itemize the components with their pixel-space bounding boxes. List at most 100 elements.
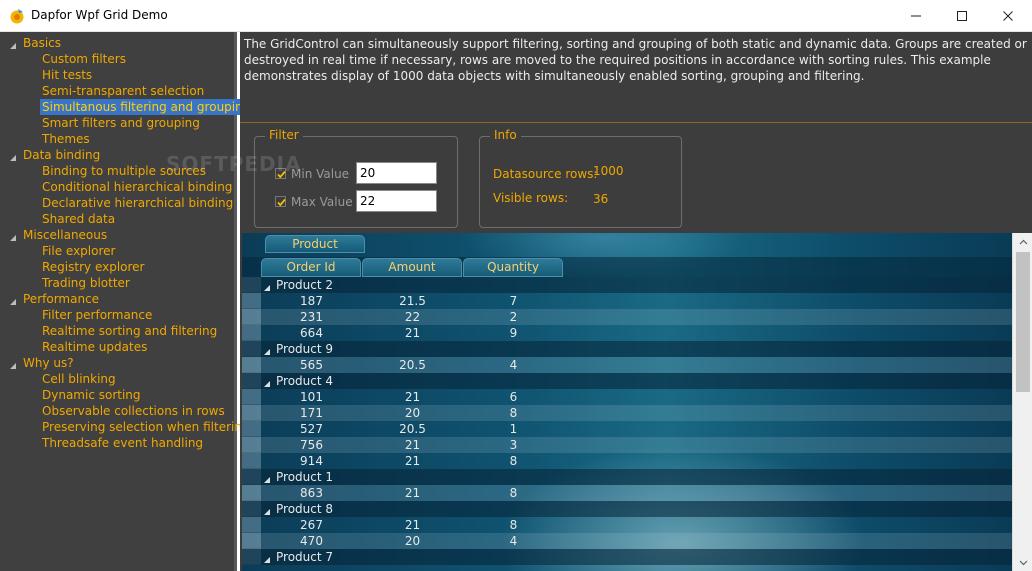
nav-category[interactable]: Performance	[23, 291, 99, 307]
table-cell: 21	[404, 518, 421, 532]
group-row[interactable]: Product 7	[242, 549, 1012, 565]
visible-rows-value: 36	[593, 192, 609, 206]
datasource-rows-label: Datasource rows:	[493, 167, 598, 181]
group-row[interactable]: Product 9	[242, 341, 1012, 357]
table-cell: 101	[300, 390, 323, 404]
max-value-label: Max Value	[291, 195, 353, 209]
max-value-input[interactable]	[356, 190, 437, 212]
nav-item[interactable]: Observable collections in rows	[42, 403, 225, 419]
nav-item[interactable]: Themes	[42, 131, 90, 147]
nav-item[interactable]: Semi-transparent selection	[42, 83, 204, 99]
table-cell: 20	[404, 406, 421, 420]
group-row[interactable]: Product 2	[242, 277, 1012, 293]
table-cell: 8	[509, 406, 518, 420]
expand-arrow-icon[interactable]	[9, 359, 17, 369]
table-cell: 21	[404, 486, 421, 500]
nav-category[interactable]: Data binding	[23, 147, 100, 163]
table-cell: 171	[300, 406, 323, 420]
table-row[interactable]: 863 21 8	[242, 485, 1012, 501]
column-header[interactable]: Amount	[362, 258, 462, 277]
table-cell: 21	[404, 454, 421, 468]
table-row[interactable]: 267 21 8	[242, 517, 1012, 533]
nav-item[interactable]: File explorer	[42, 243, 115, 259]
table-cell: 21.5	[399, 294, 426, 308]
table-row[interactable]: 565 20.5 4	[242, 357, 1012, 373]
table-row[interactable]: 914 21 8	[242, 453, 1012, 469]
max-value-checkbox[interactable]	[275, 196, 286, 207]
chevron-up-icon	[1019, 239, 1027, 244]
table-cell: 565	[300, 358, 323, 372]
nav-item[interactable]: Conditional hierarchical binding	[42, 179, 232, 195]
nav-item[interactable]: Filter performance	[42, 307, 152, 323]
close-button[interactable]	[985, 0, 1031, 31]
table-cell: 756	[300, 438, 323, 452]
expand-arrow-icon[interactable]	[9, 151, 17, 161]
maximize-button[interactable]	[939, 0, 985, 31]
table-cell: 187	[300, 294, 323, 308]
nav-item[interactable]: Declarative hierarchical binding	[42, 195, 233, 211]
nav-category[interactable]: Why us?	[23, 355, 74, 371]
table-cell: 231	[300, 310, 323, 324]
nav-item[interactable]: Hit tests	[42, 67, 92, 83]
scroll-down-button[interactable]	[1013, 554, 1032, 571]
minimize-button[interactable]	[893, 0, 939, 31]
table-row[interactable]: 664 21 9	[242, 325, 1012, 341]
expand-arrow-icon[interactable]	[9, 39, 17, 49]
table-row[interactable]: 231 22 2	[242, 309, 1012, 325]
scroll-thumb[interactable]	[1016, 252, 1030, 392]
filter-group-title: Filter	[265, 128, 303, 142]
table-cell: 664	[300, 326, 323, 340]
collapse-arrow-icon[interactable]	[263, 553, 271, 567]
nav-item[interactable]: Trading blotter	[42, 275, 130, 291]
checkmark-icon	[277, 198, 286, 207]
table-row[interactable]: 470 20 4	[242, 533, 1012, 549]
column-header[interactable]: Quantity	[463, 258, 563, 277]
table-cell: 20.5	[399, 422, 426, 436]
table-row[interactable]: 527 20.5 1	[242, 421, 1012, 437]
visible-rows-label: Visible rows:	[493, 191, 569, 205]
expand-arrow-icon[interactable]	[9, 295, 17, 305]
nav-item[interactable]: Threadsafe event handling	[42, 435, 203, 451]
min-value-input[interactable]	[356, 162, 437, 184]
table-cell: 9	[509, 326, 518, 340]
nav-item[interactable]: Shared data	[42, 211, 115, 227]
table-row[interactable]: 101 21 6	[242, 389, 1012, 405]
group-row[interactable]: Product 8	[242, 501, 1012, 517]
nav-category[interactable]: Miscellaneous	[23, 227, 107, 243]
nav-item[interactable]: Simultanous filtering and grouping	[40, 99, 253, 115]
table-row[interactable]: 171 20 8	[242, 405, 1012, 421]
nav-item[interactable]: Dynamic sorting	[42, 387, 141, 403]
nav-item[interactable]: Preserving selection when filtering	[42, 419, 250, 435]
datasource-rows-value: 1000	[593, 164, 624, 178]
nav-category[interactable]: Basics	[23, 35, 61, 51]
chevron-down-icon	[1019, 560, 1027, 565]
vertical-scrollbar[interactable]	[1012, 233, 1032, 571]
divider	[240, 122, 1032, 123]
group-name: Product 2	[276, 278, 334, 292]
table-row[interactable]: 187 21.5 7	[242, 293, 1012, 309]
nav-item[interactable]: Realtime updates	[42, 339, 147, 355]
table-cell: 2	[509, 310, 518, 324]
group-name: Product 7	[276, 550, 334, 564]
watermark: SOFTPEDIA	[166, 152, 302, 176]
table-row[interactable]: 756 21 3	[242, 437, 1012, 453]
column-header[interactable]: Order Id	[261, 258, 361, 277]
nav-item[interactable]: Smart filters and grouping	[42, 115, 200, 131]
group-row[interactable]: Product 1	[242, 469, 1012, 485]
nav-item[interactable]: Cell blinking	[42, 371, 116, 387]
nav-item[interactable]: Custom filters	[42, 51, 126, 67]
grid-header-row: Order Id Amount Quantity	[242, 257, 1012, 277]
scroll-up-button[interactable]	[1013, 233, 1032, 250]
nav-item[interactable]: Realtime sorting and filtering	[42, 323, 217, 339]
nav-item[interactable]: Registry explorer	[42, 259, 145, 275]
group-row[interactable]: Product 4	[242, 373, 1012, 389]
info-group: Info Datasource rows: 1000 Visible rows:…	[479, 128, 682, 228]
expand-arrow-icon[interactable]	[9, 231, 17, 241]
table-cell: 7	[509, 294, 518, 308]
group-by-product-chip[interactable]: Product	[265, 235, 365, 253]
group-name: Product 8	[276, 502, 334, 516]
table-cell: 470	[300, 534, 323, 548]
table-cell: 267	[300, 518, 323, 532]
table-cell: 22	[404, 310, 421, 324]
navigation-tree: Basics Custom filters Hit tests Semi-transp…	[0, 32, 253, 571]
